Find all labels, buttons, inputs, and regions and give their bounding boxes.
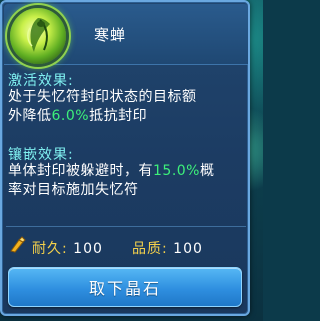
remove-gem-button[interactable]: 取下晶石 bbox=[8, 267, 242, 307]
activation-effect-title: 激活效果: bbox=[8, 73, 74, 89]
divider bbox=[6, 226, 246, 227]
gem-tooltip-panel: 寒蝉 激活效果: 处于失忆符封印状态的目标额 外降低6.0%抵抗封印 镶嵌效果:… bbox=[0, 0, 250, 316]
durability-value: 100 bbox=[73, 241, 103, 257]
quality-label: 品质: bbox=[132, 241, 168, 257]
durability-label: 耐久: bbox=[32, 241, 68, 257]
activation-value: 6.0% bbox=[51, 108, 90, 124]
quality-stat: 品质: 100 bbox=[132, 238, 203, 258]
activation-effect-text: 处于失忆符封印状态的目标额 外降低6.0%抵抗封印 bbox=[8, 88, 248, 126]
activation-line-2-suffix: 抵抗封印 bbox=[89, 108, 148, 124]
activation-line-1: 处于失忆符封印状态的目标额 bbox=[8, 89, 197, 105]
activation-line-2-prefix: 外降低 bbox=[8, 108, 52, 124]
quality-value: 100 bbox=[173, 241, 203, 257]
inlay-value: 15.0% bbox=[153, 163, 200, 179]
cicada-icon bbox=[10, 8, 66, 64]
inlay-effect-text: 单体封印被躲避时，有15.0%概 率对目标施加失忆符 bbox=[8, 162, 248, 200]
item-title: 寒蝉 bbox=[94, 26, 127, 44]
inlay-line-1-prefix: 单体封印被躲避时，有 bbox=[8, 163, 153, 179]
activation-line-2: 外降低6.0%抵抗封印 bbox=[8, 107, 248, 126]
tooltip-header: 寒蝉 bbox=[4, 4, 248, 65]
stats-row: 耐久: 100 品质: 100 bbox=[6, 236, 246, 258]
inlay-line-2: 率对目标施加失忆符 bbox=[8, 182, 139, 198]
inlay-effect-title: 镶嵌效果: bbox=[8, 147, 74, 163]
inlay-line-1-suffix: 概 bbox=[199, 163, 215, 179]
inlay-line-1: 单体封印被躲避时，有15.0%概 bbox=[8, 162, 248, 181]
durability-stat: 耐久: 100 bbox=[32, 238, 103, 258]
durability-icon bbox=[8, 236, 26, 254]
